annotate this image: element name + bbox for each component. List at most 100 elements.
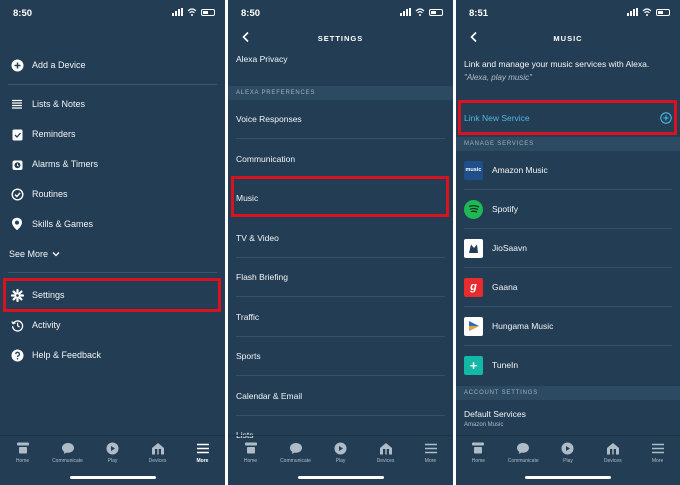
tunein-logo-icon: + xyxy=(464,355,483,375)
tab-play[interactable]: Play xyxy=(546,436,591,469)
wifi-icon xyxy=(642,8,652,16)
music-highlight-box xyxy=(231,176,449,217)
menu-item-help-feedback[interactable]: Help & Feedback xyxy=(0,342,225,368)
history-icon xyxy=(10,318,24,332)
row-label: Alexa Privacy xyxy=(236,54,288,64)
tab-more[interactable]: More xyxy=(408,436,453,469)
tab-home[interactable]: Home xyxy=(456,436,501,469)
tab-label: Communicate xyxy=(507,457,539,464)
signal-icon xyxy=(400,8,411,16)
tab-communicate[interactable]: Communicate xyxy=(273,436,318,469)
row-label: Calendar & Email xyxy=(236,390,303,401)
status-bar: 8:50 xyxy=(0,0,225,24)
service-row-amazon-music[interactable]: music Amazon Music xyxy=(456,151,680,189)
home-icon xyxy=(243,442,258,455)
menu-item-routines[interactable]: Routines xyxy=(0,181,225,207)
tab-label: Communicate xyxy=(52,457,83,464)
settings-row-voice-responses[interactable]: Voice Responses xyxy=(228,100,453,138)
plus-circle-icon xyxy=(10,58,24,72)
tab-more[interactable]: More xyxy=(635,436,680,469)
play-icon xyxy=(333,442,348,455)
settings-row-tv-video[interactable]: TV & Video xyxy=(228,218,453,257)
menu-label: Skills & Games xyxy=(32,219,94,229)
tab-devices[interactable]: Devices xyxy=(590,436,635,469)
row-label: TV & Video xyxy=(236,232,279,243)
tab-label: Devices xyxy=(376,457,395,464)
menu-item-add-device[interactable]: Add a Device xyxy=(0,52,225,78)
settings-row-communication[interactable]: Communication xyxy=(228,139,453,178)
status-bar: 8:50 xyxy=(228,0,453,24)
menu-item-activity[interactable]: Activity xyxy=(0,312,225,338)
chat-bubble-icon xyxy=(516,442,531,455)
routine-icon xyxy=(10,187,24,201)
service-row-jiosaavn[interactable]: JioSaavn xyxy=(456,229,680,267)
service-name: Spotify xyxy=(492,204,518,214)
settings-screen: 8:50 SETTINGS Alexa Privacy ALEXA PREFER… xyxy=(228,0,453,485)
music-settings-screen: 8:51 MUSIC Link and manage your music se… xyxy=(456,0,680,485)
default-services-value: Amazon Music xyxy=(464,422,504,428)
tab-play[interactable]: Play xyxy=(90,436,135,469)
menu-item-lists-notes[interactable]: Lists & Notes xyxy=(0,91,225,117)
bottom-tab-bar: Home Communicate Play Devices More xyxy=(0,435,225,469)
row-divider xyxy=(236,415,445,416)
wifi-icon xyxy=(187,8,197,16)
location-pin-icon xyxy=(10,217,24,231)
tab-communicate[interactable]: Communicate xyxy=(501,436,546,469)
bottom-tab-bar: Home Communicate Play Devices More xyxy=(228,435,453,469)
music-intro-text: Link and manage your music services with… xyxy=(464,59,650,69)
service-name: TuneIn xyxy=(492,360,519,370)
service-name: Gaana xyxy=(492,282,518,292)
tab-home[interactable]: Home xyxy=(0,436,45,469)
tab-label: Communicate xyxy=(280,457,311,464)
tab-label: Home xyxy=(243,457,258,464)
menu-item-reminders[interactable]: Reminders xyxy=(0,121,225,147)
status-time: 8:50 xyxy=(241,8,261,19)
settings-row-flash-briefing[interactable]: Flash Briefing xyxy=(228,258,453,296)
row-label: Flash Briefing xyxy=(236,272,288,282)
menu-label: Routines xyxy=(32,189,68,199)
section-header-account-settings: ACCOUNT SETTINGS xyxy=(456,386,680,400)
menu-item-skills-games[interactable]: Skills & Games xyxy=(0,211,225,237)
home-indicator xyxy=(297,476,384,479)
see-more-toggle[interactable]: See More xyxy=(9,249,60,259)
row-label: Communication xyxy=(236,153,296,164)
settings-row-traffic[interactable]: Traffic xyxy=(228,297,453,336)
home-icon xyxy=(15,442,30,455)
menu-item-alarms-timers[interactable]: Alarms & Timers xyxy=(0,151,225,177)
help-icon xyxy=(10,348,24,362)
battery-icon xyxy=(656,8,670,16)
bottom-tab-bar: Home Communicate Play Devices More xyxy=(456,435,680,469)
service-row-tunein[interactable]: + TuneIn xyxy=(456,346,680,384)
tab-devices[interactable]: Devices xyxy=(363,436,408,469)
tab-label: More xyxy=(651,457,664,464)
tab-label: Devices xyxy=(603,457,622,464)
tab-label: Home xyxy=(15,457,30,464)
settings-row-alexa-privacy[interactable]: Alexa Privacy xyxy=(228,50,453,68)
page-title: MUSIC xyxy=(553,34,583,43)
tab-devices[interactable]: Devices xyxy=(135,436,180,469)
chat-bubble-icon xyxy=(288,442,303,455)
default-services-title[interactable]: Default Services xyxy=(464,409,526,419)
list-icon xyxy=(10,97,24,111)
service-name: Hungama Music xyxy=(492,321,554,331)
service-name: JioSaavn xyxy=(492,243,527,253)
menu-label: Add a Device xyxy=(32,60,86,70)
status-icons xyxy=(627,8,670,16)
service-row-gaana[interactable]: g Gaana xyxy=(456,268,680,306)
service-row-spotify[interactable]: Spotify xyxy=(456,190,680,228)
tab-home[interactable]: Home xyxy=(228,436,273,469)
settings-row-calendar-email[interactable]: Calendar & Email xyxy=(228,376,453,415)
tab-label: Play xyxy=(107,457,118,464)
amazon-music-logo-icon: music xyxy=(464,160,483,180)
tab-label: Home xyxy=(471,457,486,464)
menu-label: Lists & Notes xyxy=(32,99,86,109)
alarm-icon xyxy=(10,157,24,171)
settings-row-sports[interactable]: Sports xyxy=(228,337,453,375)
tab-label: More xyxy=(196,457,209,464)
devices-house-icon xyxy=(605,442,620,455)
tab-play[interactable]: Play xyxy=(318,436,363,469)
tab-communicate[interactable]: Communicate xyxy=(45,436,90,469)
signal-icon xyxy=(627,8,638,16)
service-row-hungama-music[interactable]: Hungama Music xyxy=(456,307,680,345)
tab-more[interactable]: More xyxy=(180,436,225,469)
